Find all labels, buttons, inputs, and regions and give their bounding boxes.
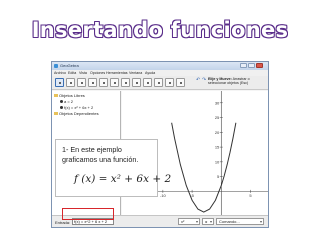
symbol-combo[interactable]: x² ▾ (178, 218, 200, 225)
undo-icon[interactable]: ↶ (196, 78, 201, 83)
angle-tool-icon[interactable] (132, 78, 141, 87)
object-a[interactable]: a = 2 (60, 99, 73, 104)
slider-tool-icon[interactable] (165, 78, 174, 87)
x-tick-label: 5 (249, 193, 252, 198)
ellipse-tool-icon[interactable] (121, 78, 130, 87)
y-tick-label: 5 (217, 174, 220, 179)
slide-title: Insertando funciones (31, 18, 289, 42)
chevron-down-icon: ▾ (195, 219, 198, 224)
minimize-button[interactable] (240, 63, 247, 68)
visibility-bullet-icon[interactable] (60, 106, 63, 110)
y-tick-label: 30 (215, 100, 220, 105)
line-tool-icon[interactable] (77, 78, 86, 87)
close-button[interactable] (256, 63, 263, 68)
window-title: GeoGebra (60, 63, 79, 68)
command-combo[interactable]: Comando... ▾ (216, 218, 264, 225)
chevron-down-icon: ▾ (259, 219, 262, 224)
input-highlight (62, 208, 114, 220)
maximize-button[interactable] (248, 63, 255, 68)
polygon-tool-icon[interactable] (99, 78, 108, 87)
move-view-tool-icon[interactable] (176, 78, 185, 87)
reflect-tool-icon[interactable] (143, 78, 152, 87)
object-f[interactable]: f(x) = x² + 6x + 2 (60, 105, 93, 110)
folder-dependent-objects[interactable]: Objetos Dependientes (54, 111, 99, 116)
circle-tool-icon[interactable] (110, 78, 119, 87)
callout-box: 1- En este ejemplo graficamos una funció… (55, 139, 171, 197)
greek-combo[interactable]: α ▾ (202, 218, 214, 225)
move-tool-icon[interactable] (55, 78, 64, 87)
menu-archivo[interactable]: Archivo (54, 71, 66, 75)
x-tick-label: -10 (160, 193, 167, 198)
redo-icon[interactable]: ↷ (202, 78, 207, 83)
callout-formula: f (x) = x² + 6x + 2 (74, 173, 172, 185)
y-tick-label: 25 (215, 115, 220, 120)
toolbar: Elije y Mueve: Arrastrar o seleccionar o… (52, 76, 268, 90)
function-curve (171, 122, 237, 213)
menu-herramientas[interactable]: Herramientas (106, 71, 128, 75)
point-tool-icon[interactable] (66, 78, 75, 87)
menu-ventana[interactable]: Ventana (129, 71, 142, 75)
menu-edita[interactable]: Edita (68, 71, 76, 75)
folder-icon (54, 94, 58, 98)
y-tick-label: 15 (215, 145, 220, 150)
folder-icon (54, 112, 58, 116)
geogebra-app-icon (54, 64, 58, 68)
menu-vista[interactable]: Vista (79, 71, 87, 75)
perpendicular-tool-icon[interactable] (88, 78, 97, 87)
input-label: Entrada: (55, 220, 71, 225)
menu-opciones[interactable]: Opciones (90, 71, 105, 75)
chevron-down-icon: ▾ (209, 219, 212, 224)
y-tick-label: 10 (215, 159, 220, 164)
visibility-bullet-icon[interactable] (60, 100, 63, 104)
title-bar: GeoGebra (52, 62, 268, 70)
text-tool-icon[interactable] (154, 78, 163, 87)
tool-help: Elije y Mueve: Arrastrar o seleccionar o… (208, 77, 266, 85)
folder-free-objects[interactable]: Objetos Libres (54, 93, 85, 98)
y-tick-label: 20 (215, 130, 220, 135)
callout-text: 1- En este ejemplo graficamos una funció… (62, 145, 139, 164)
menu-ayuda[interactable]: Ayuda (145, 71, 155, 75)
